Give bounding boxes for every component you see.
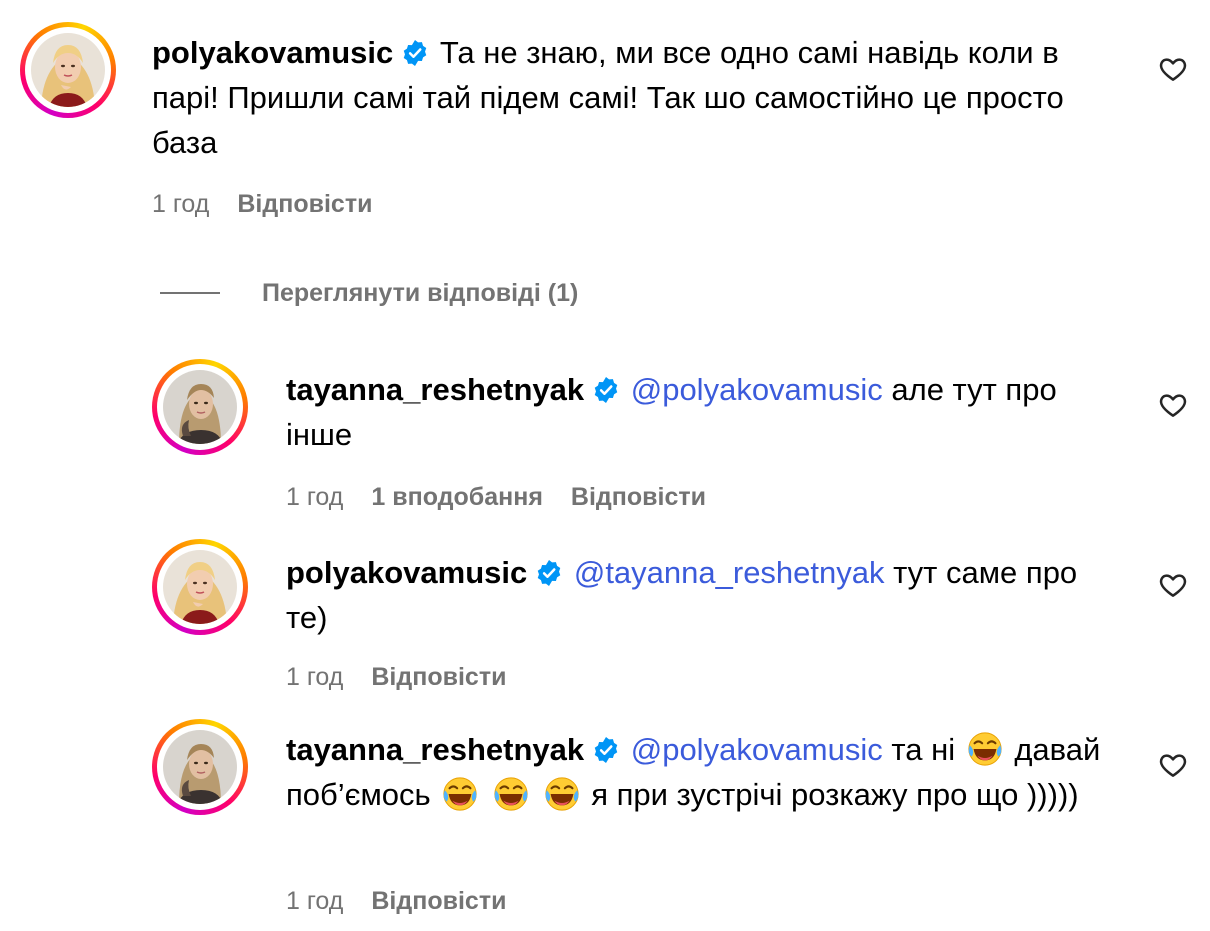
reply-item: tayanna_reshetnyak @polyakovamusic але т…: [0, 355, 1210, 525]
comment-meta: 1 год Відповісти: [152, 190, 400, 219]
reply-button[interactable]: Відповісти: [371, 887, 506, 915]
avatar-image: [163, 370, 237, 444]
comment-time: 1 год: [286, 663, 344, 691]
like-heart-icon[interactable]: [1158, 54, 1188, 84]
reply-button[interactable]: Відповісти: [237, 190, 372, 218]
like-heart-icon[interactable]: [1158, 570, 1188, 600]
verified-icon: [592, 736, 620, 764]
avatar[interactable]: [20, 22, 116, 118]
avatar[interactable]: [152, 359, 248, 455]
face-with-tears-of-joy-icon: [966, 730, 1004, 768]
comment-meta: 1 год Відповісти: [286, 887, 534, 916]
comment-text: polyakovamusic @tayanna_reshetnyak тут с…: [286, 550, 1086, 640]
avatar[interactable]: [152, 539, 248, 635]
view-replies-label: Переглянути відповіді (1): [262, 278, 579, 307]
comment-body: та ні: [891, 732, 956, 767]
comment-item: polyakovamusic Та не знаю, ми все одно с…: [0, 0, 1210, 230]
likes-count[interactable]: 1 вподобання: [371, 483, 543, 511]
view-replies-button[interactable]: Переглянути відповіді (1): [160, 275, 578, 311]
divider-line: [160, 292, 220, 294]
reply-button[interactable]: Відповісти: [571, 483, 706, 511]
face-with-tears-of-joy-icon: [492, 775, 530, 813]
reply-item: tayanna_reshetnyak @polyakovamusic та ні…: [0, 715, 1210, 931]
mention-link[interactable]: @tayanna_reshetnyak: [574, 555, 885, 590]
avatar-image: [31, 33, 105, 107]
comment-username[interactable]: polyakovamusic: [152, 35, 393, 70]
comment-text: polyakovamusic Та не знаю, ми все одно с…: [152, 30, 1132, 165]
comment-text: tayanna_reshetnyak @polyakovamusic та ні…: [286, 727, 1106, 817]
face-with-tears-of-joy-icon: [543, 775, 581, 813]
comment-time: 1 год: [286, 483, 344, 511]
like-heart-icon[interactable]: [1158, 750, 1188, 780]
avatar-image: [163, 550, 237, 624]
mention-link[interactable]: @polyakovamusic: [631, 732, 883, 767]
comment-meta: 1 год Відповісти: [286, 663, 534, 692]
comment-username[interactable]: tayanna_reshetnyak: [286, 732, 584, 767]
like-heart-icon[interactable]: [1158, 390, 1188, 420]
reply-button[interactable]: Відповісти: [371, 663, 506, 691]
comment-username[interactable]: polyakovamusic: [286, 555, 527, 590]
comment-time: 1 год: [152, 190, 210, 218]
avatar[interactable]: [152, 719, 248, 815]
verified-icon: [401, 39, 429, 67]
avatar-image: [163, 730, 237, 804]
comment-time: 1 год: [286, 887, 344, 915]
comment-meta: 1 год 1 вподобання Відповісти: [286, 483, 734, 512]
comment-text: tayanna_reshetnyak @polyakovamusic але т…: [286, 367, 1126, 457]
face-with-tears-of-joy-icon: [441, 775, 479, 813]
mention-link[interactable]: @polyakovamusic: [631, 372, 883, 407]
verified-icon: [592, 376, 620, 404]
comment-body: я при зустрічі розкажу про що ))))): [591, 777, 1079, 812]
reply-item: polyakovamusic @tayanna_reshetnyak тут с…: [0, 535, 1210, 705]
comment-username[interactable]: tayanna_reshetnyak: [286, 372, 584, 407]
verified-icon: [535, 559, 563, 587]
